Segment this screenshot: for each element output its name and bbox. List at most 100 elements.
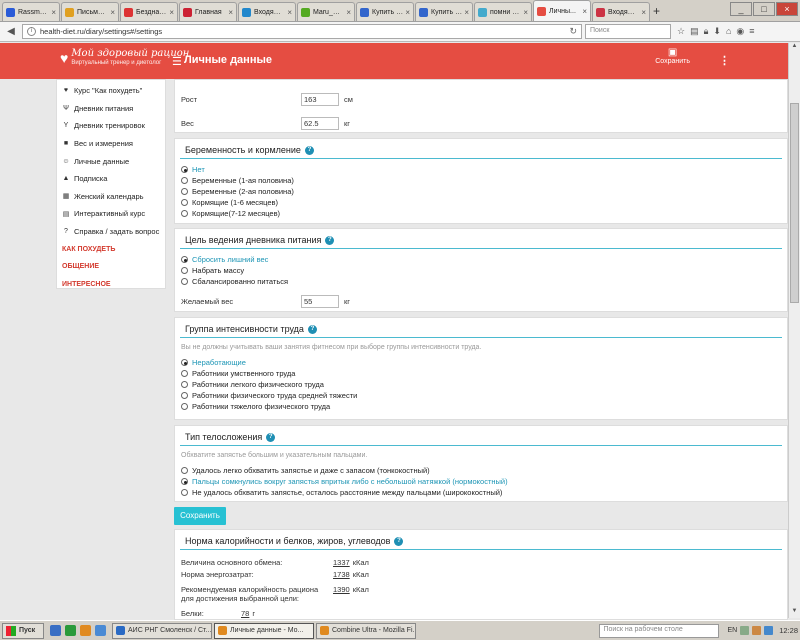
tab-close-icon[interactable]: ×	[523, 8, 528, 17]
tray-icon[interactable]	[764, 626, 774, 635]
build-radio-option[interactable]: Удалось легко обхватить запястье и даже …	[175, 465, 787, 476]
radio-icon[interactable]	[181, 188, 188, 195]
target-weight-input[interactable]: 55	[301, 294, 339, 308]
browser-tab[interactable]: помни нии...×	[474, 2, 532, 21]
taskbar-button[interactable]: АИС РНГ Смоленск / Ст...	[112, 622, 212, 639]
tab-close-icon[interactable]: ×	[582, 7, 587, 16]
firefox-icon[interactable]	[80, 625, 91, 636]
tab-close-icon[interactable]: ×	[287, 8, 292, 17]
weight-input[interactable]: 62.5	[301, 116, 339, 130]
taskbar-button[interactable]: Combine Ultra - Mozilla Fi...	[316, 622, 416, 639]
radio-icon[interactable]	[181, 489, 188, 496]
header-save-button[interactable]: ▣ Сохранить	[655, 47, 690, 65]
browser-tab[interactable]: Rassmol M...×	[2, 2, 60, 21]
radio-icon[interactable]	[181, 199, 188, 206]
sidebar-item[interactable]: ■ Вес и измерения	[57, 135, 165, 153]
sidebar-item[interactable]: ▤ Интерактивный курс	[57, 205, 165, 223]
tab-close-icon[interactable]: ×	[641, 8, 646, 17]
app-icon[interactable]	[65, 625, 76, 636]
labor-radio-option[interactable]: Работники физического труда средней тяже…	[175, 390, 787, 401]
desktop-search-input[interactable]: Поиск на рабочем столе	[599, 623, 720, 638]
help-icon[interactable]: ?	[304, 145, 314, 155]
pregnancy-radio-option[interactable]: Кормящие(7-12 месяцев)	[175, 208, 787, 219]
browser-tab[interactable]: Купить б... ×	[356, 2, 414, 21]
desktop-icon[interactable]	[50, 625, 61, 636]
pregnancy-radio-option[interactable]: Беременные (1-ая половина)	[175, 175, 787, 186]
sidebar-link[interactable]: КАК ПОХУДЕТЬ	[57, 240, 165, 258]
lock-icon[interactable]: 🔒︎	[704, 26, 709, 37]
lang-indicator[interactable]: EN	[727, 627, 737, 634]
help-icon[interactable]: ?	[266, 432, 276, 442]
back-icon[interactable]: ◀	[3, 26, 19, 37]
radio-icon[interactable]	[181, 403, 188, 410]
tab-close-icon[interactable]: ×	[169, 8, 174, 17]
scroll-thumb[interactable]	[790, 103, 799, 303]
labor-radio-option[interactable]: Работники умственного труда	[175, 368, 787, 379]
browser-tab[interactable]: Бездна го...×	[120, 2, 178, 21]
hamburger-icon[interactable]: ☰	[172, 55, 182, 68]
app-icon[interactable]	[95, 625, 106, 636]
star-icon[interactable]: ☆	[677, 26, 685, 37]
browser-tab[interactable]: Входящи...×	[592, 2, 650, 21]
info-icon[interactable]: i	[27, 27, 36, 36]
sidebar-item[interactable]: ♥ Курс "Как похудеть"	[57, 82, 165, 100]
browser-tab[interactable]: Maru_Sov...×	[297, 2, 355, 21]
help-icon[interactable]: ?	[325, 235, 335, 245]
sidebar-item[interactable]: Ψ Дневник питания	[57, 100, 165, 118]
radio-icon[interactable]	[181, 392, 188, 399]
site-logo[interactable]: ♥ Мой здоровый рацион Виртуальный тренер…	[60, 49, 189, 67]
browser-tab[interactable]: Главная ×	[179, 2, 237, 21]
sidebar-item[interactable]: ▦ Женский календарь	[57, 188, 165, 206]
tab-close-icon[interactable]: ×	[228, 8, 233, 17]
labor-radio-option[interactable]: Неработающие	[175, 357, 787, 368]
help-icon[interactable]: ?	[307, 324, 317, 334]
labor-radio-option[interactable]: Работники тяжелого физического труда	[175, 401, 787, 412]
reload-icon[interactable]: ↻	[569, 26, 577, 37]
menu-icon[interactable]: ≡	[749, 26, 754, 37]
radio-icon[interactable]	[181, 256, 188, 263]
pregnancy-radio-option[interactable]: Кормящие (1-6 месяцев)	[175, 197, 787, 208]
browser-tab[interactable]: Входящи...×	[238, 2, 296, 21]
minimize-icon[interactable]: _	[730, 2, 752, 16]
height-input[interactable]: 163	[301, 92, 339, 106]
tab-close-icon[interactable]: ×	[464, 8, 469, 17]
sidebar-link[interactable]: ИНТЕРЕСНОЕ	[57, 276, 165, 294]
close-icon[interactable]: ×	[776, 2, 798, 16]
scroll-up-icon[interactable]: ▲	[789, 43, 800, 53]
help-icon[interactable]: ?	[394, 536, 404, 546]
start-button[interactable]: Пуск	[2, 622, 44, 639]
page-scrollbar[interactable]: ▲ ▼	[788, 43, 800, 618]
labor-radio-option[interactable]: Работники легкого физического труда	[175, 379, 787, 390]
sidebar-item[interactable]: ? Справка / задать вопрос	[57, 223, 165, 241]
tab-close-icon[interactable]: ×	[346, 8, 351, 17]
radio-icon[interactable]	[181, 359, 188, 366]
goal-radio-option[interactable]: Сбалансированно питаться	[175, 276, 787, 287]
home-icon[interactable]: ⌂	[726, 26, 731, 37]
radio-icon[interactable]	[181, 467, 188, 474]
pregnancy-radio-option[interactable]: Нет	[175, 164, 787, 175]
radio-icon[interactable]	[181, 478, 188, 485]
sidebar-item[interactable]: ☺ Личные данные	[57, 152, 165, 170]
radio-icon[interactable]	[181, 177, 188, 184]
save-button[interactable]: Сохранить	[174, 507, 226, 525]
chat-icon[interactable]: ◉	[736, 26, 744, 37]
pregnancy-radio-option[interactable]: Беременные (2-ая половина)	[175, 186, 787, 197]
tab-close-icon[interactable]: ×	[110, 8, 115, 17]
radio-icon[interactable]	[181, 210, 188, 217]
taskbar-button[interactable]: Личные данные - Mo...	[214, 622, 314, 639]
browser-tab[interactable]: Личны... ×	[533, 0, 591, 21]
download-icon[interactable]: ⬇	[713, 26, 721, 37]
radio-icon[interactable]	[181, 381, 188, 388]
goal-radio-option[interactable]: Сбросить лишний вес	[175, 254, 787, 265]
goal-radio-option[interactable]: Набрать массу	[175, 265, 787, 276]
browser-tab[interactable]: Письмо «п...×	[61, 2, 119, 21]
radio-icon[interactable]	[181, 370, 188, 377]
sidebar-item[interactable]: Y Дневник тренировок	[57, 117, 165, 135]
radio-icon[interactable]	[181, 166, 188, 173]
volume-icon[interactable]	[752, 626, 762, 635]
sidebar-link[interactable]: ОБЩЕНИЕ	[57, 258, 165, 276]
browser-search-input[interactable]: Поиск	[585, 24, 671, 39]
sidebar-item[interactable]: ▲ Подписка	[57, 170, 165, 188]
reader-icon[interactable]: ▤	[690, 26, 699, 37]
tab-close-icon[interactable]: ×	[405, 8, 410, 17]
